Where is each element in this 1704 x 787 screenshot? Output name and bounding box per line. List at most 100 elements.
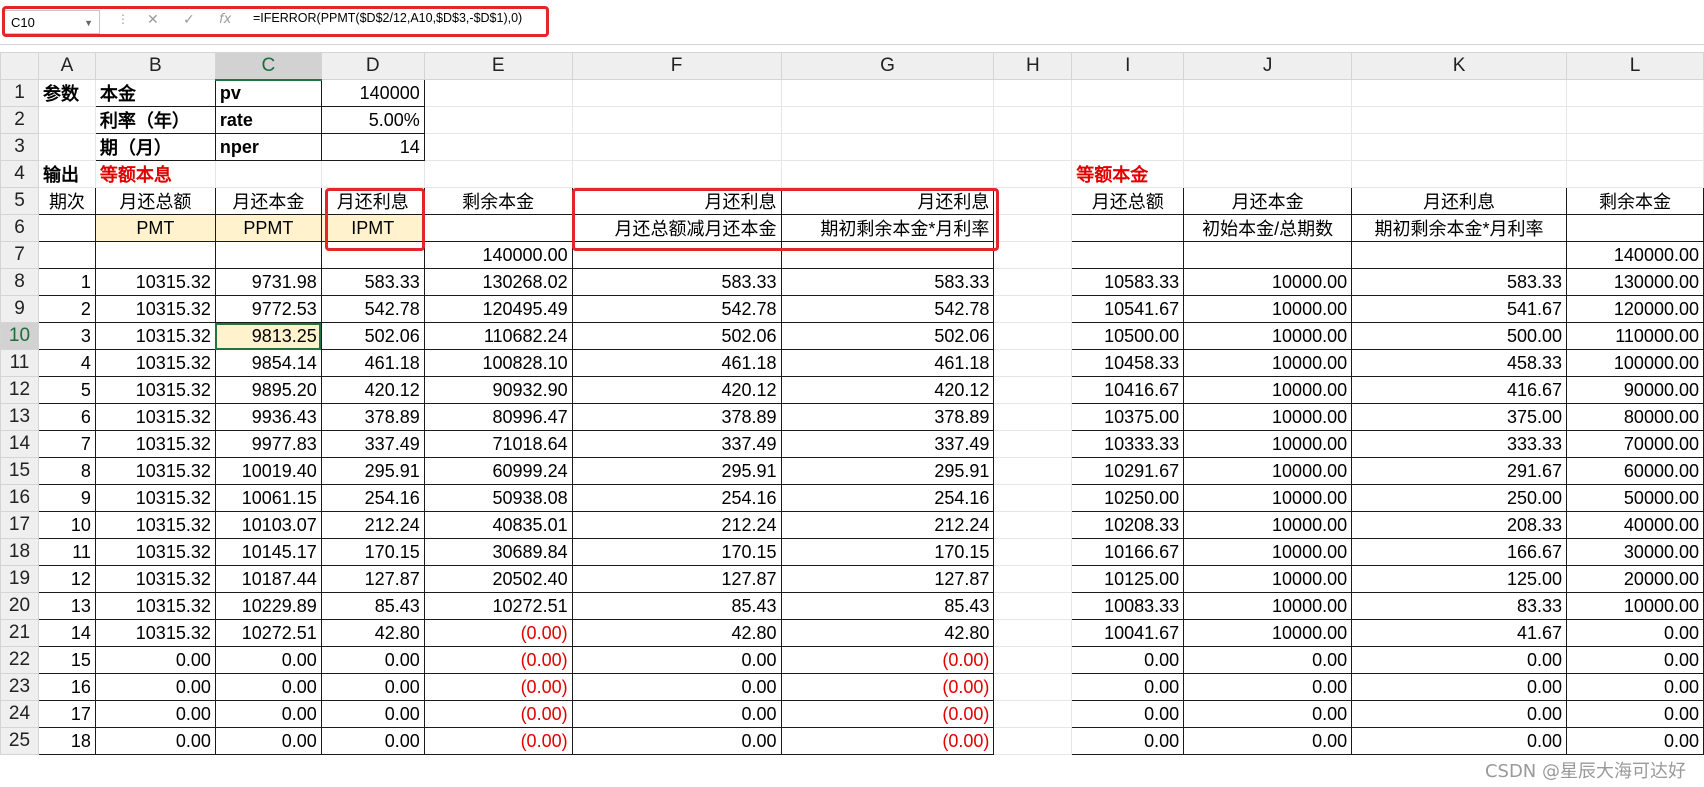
column-header-i[interactable]: I: [1071, 52, 1185, 80]
cell-h6[interactable]: [993, 214, 1073, 242]
cell-d13[interactable]: 378.89: [320, 403, 425, 431]
cell-b10[interactable]: 10315.32: [94, 322, 216, 350]
cell-j1[interactable]: [1183, 79, 1353, 107]
cell-a4[interactable]: 输出: [38, 160, 96, 188]
cell-b6[interactable]: PMT: [94, 214, 216, 242]
cell-i11[interactable]: 10458.33: [1071, 349, 1185, 377]
column-header-c[interactable]: C: [214, 52, 322, 81]
cell-e17[interactable]: 40835.01: [423, 511, 573, 539]
cell-g5[interactable]: 月还利息: [780, 187, 995, 215]
cell-f22[interactable]: 0.00: [571, 646, 782, 674]
cell-e9[interactable]: 120495.49: [423, 295, 573, 323]
cell-g2[interactable]: [781, 106, 995, 134]
cell-f5[interactable]: 月还利息: [571, 187, 782, 215]
cell-c9[interactable]: 9772.53: [214, 295, 322, 323]
cell-g3[interactable]: [781, 133, 995, 161]
cell-g10[interactable]: 502.06: [780, 322, 995, 350]
cell-k16[interactable]: 250.00: [1351, 484, 1568, 512]
cell-d15[interactable]: 295.91: [320, 457, 425, 485]
cell-d5[interactable]: 月还利息: [320, 187, 425, 215]
cell-i1[interactable]: [1071, 79, 1185, 107]
cell-k18[interactable]: 166.67: [1351, 538, 1568, 566]
cell-l21[interactable]: 0.00: [1566, 619, 1704, 647]
cell-h23[interactable]: [993, 673, 1073, 701]
row-header-23[interactable]: 23: [0, 673, 39, 701]
cell-d14[interactable]: 337.49: [320, 430, 425, 458]
row-header-4[interactable]: 4: [0, 160, 39, 188]
cell-f6[interactable]: 月还总额减月还本金: [571, 214, 782, 242]
cell-e2[interactable]: [424, 106, 573, 134]
cell-i9[interactable]: 10541.67: [1071, 295, 1185, 323]
cell-j21[interactable]: 10000.00: [1183, 619, 1353, 647]
cell-j20[interactable]: 10000.00: [1183, 592, 1353, 620]
cell-i12[interactable]: 10416.67: [1071, 376, 1185, 404]
cell-c15[interactable]: 10019.40: [214, 457, 322, 485]
cell-k7[interactable]: [1351, 241, 1568, 269]
cell-g18[interactable]: 170.15: [780, 538, 995, 566]
cell-e8[interactable]: 130268.02: [423, 268, 573, 296]
cell-f11[interactable]: 461.18: [571, 349, 782, 377]
cell-c11[interactable]: 9854.14: [214, 349, 322, 377]
cell-l4[interactable]: [1566, 160, 1704, 188]
cell-i19[interactable]: 10125.00: [1071, 565, 1185, 593]
cell-i6[interactable]: [1071, 214, 1185, 242]
column-header-g[interactable]: G: [780, 52, 995, 80]
cell-d23[interactable]: 0.00: [320, 673, 425, 701]
cell-i14[interactable]: 10333.33: [1071, 430, 1185, 458]
cell-j4[interactable]: [1183, 160, 1353, 188]
cell-j10[interactable]: 10000.00: [1183, 322, 1353, 350]
cell-g1[interactable]: [781, 79, 995, 107]
row-header-24[interactable]: 24: [0, 700, 39, 728]
cell-f8[interactable]: 583.33: [571, 268, 782, 296]
cell-a3[interactable]: [38, 133, 96, 161]
cell-a10[interactable]: 3: [37, 322, 96, 350]
cell-h13[interactable]: [993, 403, 1073, 431]
cell-h2[interactable]: [993, 106, 1073, 134]
cell-k19[interactable]: 125.00: [1351, 565, 1568, 593]
cell-g19[interactable]: 127.87: [780, 565, 995, 593]
cell-h24[interactable]: [993, 700, 1073, 728]
cell-a21[interactable]: 14: [37, 619, 96, 647]
cell-h14[interactable]: [993, 430, 1073, 458]
cell-e11[interactable]: 100828.10: [423, 349, 573, 377]
cell-b1[interactable]: 本金: [94, 79, 216, 107]
cell-j22[interactable]: 0.00: [1183, 646, 1353, 674]
cell-d9[interactable]: 542.78: [320, 295, 425, 323]
cell-a18[interactable]: 11: [37, 538, 96, 566]
row-header-12[interactable]: 12: [0, 376, 39, 404]
cell-k9[interactable]: 541.67: [1351, 295, 1568, 323]
cell-l24[interactable]: 0.00: [1566, 700, 1704, 728]
cell-g20[interactable]: 85.43: [780, 592, 995, 620]
cell-b14[interactable]: 10315.32: [94, 430, 216, 458]
cell-b23[interactable]: 0.00: [94, 673, 216, 701]
cell-i25[interactable]: 0.00: [1071, 727, 1185, 755]
cell-f16[interactable]: 254.16: [571, 484, 782, 512]
cell-a19[interactable]: 12: [37, 565, 96, 593]
cell-e19[interactable]: 20502.40: [423, 565, 573, 593]
cell-j16[interactable]: 10000.00: [1183, 484, 1353, 512]
cell-f4[interactable]: [572, 160, 782, 188]
cell-i7[interactable]: [1071, 241, 1185, 269]
column-header-f[interactable]: F: [571, 52, 782, 80]
cell-j9[interactable]: 10000.00: [1183, 295, 1353, 323]
cell-d6[interactable]: IPMT: [320, 214, 425, 242]
cell-k17[interactable]: 208.33: [1351, 511, 1568, 539]
cell-f7[interactable]: [571, 241, 782, 269]
cell-d18[interactable]: 170.15: [320, 538, 425, 566]
cell-c2[interactable]: rate: [214, 106, 322, 134]
cell-e25[interactable]: (0.00): [423, 727, 573, 755]
cell-d2[interactable]: 5.00%: [320, 106, 425, 134]
cell-k3[interactable]: [1351, 133, 1568, 161]
cell-a16[interactable]: 9: [37, 484, 96, 512]
cell-a5[interactable]: 期次: [37, 187, 96, 215]
cell-l3[interactable]: [1566, 133, 1704, 161]
cell-h8[interactable]: [993, 268, 1073, 296]
more-options-icon[interactable]: ⋮: [117, 12, 129, 26]
cell-h16[interactable]: [993, 484, 1073, 512]
row-header-25[interactable]: 25: [0, 727, 39, 755]
cell-k10[interactable]: 500.00: [1351, 322, 1568, 350]
cell-g15[interactable]: 295.91: [780, 457, 995, 485]
cell-e23[interactable]: (0.00): [423, 673, 573, 701]
cell-k12[interactable]: 416.67: [1351, 376, 1568, 404]
cell-g21[interactable]: 42.80: [780, 619, 995, 647]
